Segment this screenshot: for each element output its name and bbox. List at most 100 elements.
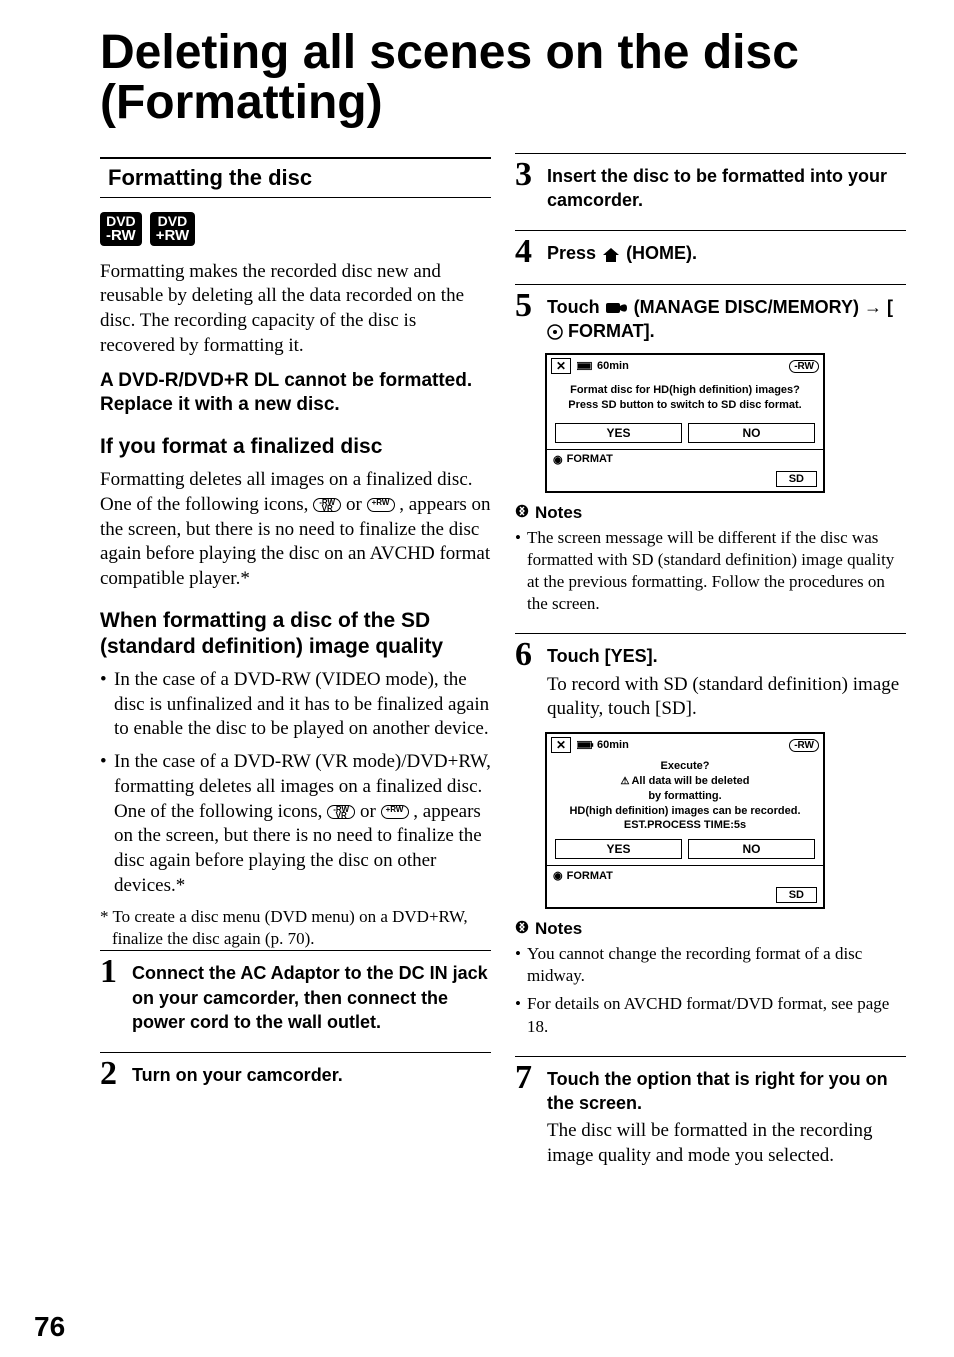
list-item: In the case of a DVD-RW (VIDEO mode), th… [100,668,491,742]
no-button: NO [688,839,815,859]
no-button: NO [688,423,815,443]
step-1: 1 Connect the AC Adaptor to the DC IN ja… [100,950,491,1034]
lcd-screenshot-execute: ✕ 60min -RW Execute? All data will be de… [545,732,825,909]
disc-icon: ◉ [553,869,563,882]
step-number: 7 [515,1061,532,1095]
lcd-line: HD(high definition) images can be record… [551,804,819,819]
step-heading: 3 Insert the disc to be formatted into y… [515,164,906,213]
section-heading: Formatting the disc [100,157,491,198]
sd-button: SD [776,887,817,903]
page-number: 76 [34,1311,65,1343]
lcd-buttons: YES NO [547,421,823,449]
step-text-pre: Press [547,243,601,263]
step-6: 6 Touch [YES]. To record with SD (standa… [515,633,906,1037]
step-text: Insert the disc to be formatted into you… [547,166,887,210]
left-column: Formatting the disc DVD -RW DVD +RW Form… [100,149,491,1187]
step-heading: 5 Touch (MANAGE DISC/MEMORY) → [ FORMAT]… [515,295,906,344]
lcd-message: Execute? All data will be deleted by for… [547,756,823,837]
step-heading: 1 Connect the AC Adaptor to the DC IN ja… [100,961,491,1034]
two-column-layout: Formatting the disc DVD -RW DVD +RW Form… [100,149,906,1187]
disc-plus-rw-icon: +RW [367,498,395,512]
close-icon: ✕ [551,358,571,374]
disc-format-icon [547,324,563,340]
notes-label-text: Notes [535,503,582,523]
sub1-body: Formatting deletes all images on a final… [100,468,491,591]
lcd-line: by formatting. [551,789,819,804]
text: or [346,494,367,515]
battery-text: 60min [597,360,629,372]
step-text-pre: Touch [547,297,605,317]
sd-bullets: In the case of a DVD-RW (VIDEO mode), th… [100,668,491,898]
lcd-line: EST.PROCESS TIME:5s [551,818,819,833]
badge-dvd-plus-rw: DVD +RW [150,212,195,246]
badge-bottom: -RW [106,228,136,243]
step-body: To record with SD (standard definition) … [515,673,906,722]
step-7: 7 Touch the option that is right for you… [515,1056,906,1169]
step-number: 1 [100,955,117,989]
lcd-buttons: YES NO [547,837,823,865]
lcd-line: Press SD button to switch to SD disc for… [553,398,817,413]
note-item: For details on AVCHD format/DVD format, … [515,993,906,1037]
text: or [360,801,381,822]
lcd-line-warning: All data will be deleted [551,774,819,789]
disc-type-tag: -RW [789,360,819,373]
disc-plus-rw-icon: +RW [381,805,409,819]
footnote: * To create a disc menu (DVD menu) on a … [100,906,491,950]
step-text-mid: (MANAGE DISC/MEMORY) → [ [634,297,893,317]
notes-list: The screen message will be different if … [515,527,906,615]
battery-text: 60min [597,739,629,751]
subheading-sd: When formatting a disc of the SD (standa… [100,608,491,661]
close-icon: ✕ [551,737,571,753]
notes-label-text: Notes [535,919,582,939]
page-title: Deleting all scenes on the disc (Formatt… [100,28,906,129]
step-text: Connect the AC Adaptor to the DC IN jack… [132,963,488,1032]
warning-icon [515,919,529,939]
sd-button: SD [776,471,817,487]
lcd-topbar: ✕ 60min -RW [547,355,823,377]
lcd-bottom: SD [547,885,823,907]
step-text: Touch [YES]. [547,646,658,666]
step-body: The disc will be formatted in the record… [515,1119,906,1168]
step-number: 5 [515,289,532,323]
battery-indicator: 60min [577,739,629,751]
lcd-screenshot-format-prompt: ✕ 60min -RW Format disc for HD(high defi… [545,353,825,493]
right-column: 3 Insert the disc to be formatted into y… [515,149,906,1187]
disc-badges: DVD -RW DVD +RW [100,212,491,246]
step-3: 3 Insert the disc to be formatted into y… [515,153,906,213]
yes-button: YES [555,839,682,859]
notes-list: You cannot change the recording format o… [515,943,906,1037]
intro-paragraph: Formatting makes the recorded disc new a… [100,260,491,359]
notes-heading: Notes [515,919,906,939]
warning-paragraph: A DVD-R/DVD+R DL cannot be formatted. Re… [100,369,491,418]
list-item: In the case of a DVD-RW (VR mode)/DVD+RW… [100,750,491,898]
page: Deleting all scenes on the disc (Formatt… [0,0,954,1357]
lcd-line: Format disc for HD(high definition) imag… [553,383,817,398]
yes-button: YES [555,423,682,443]
status-text: FORMAT [567,453,613,465]
subheading-finalized: If you format a finalized disc [100,434,491,460]
step-text: Turn on your camcorder. [132,1065,343,1085]
lcd-line: Execute? [551,759,819,774]
step-4: 4 Press (HOME). [515,230,906,265]
step-2: 2 Turn on your camcorder. [100,1052,491,1087]
status-text: FORMAT [567,870,613,882]
step-heading: 4 Press (HOME). [515,241,906,265]
badge-dvd-rw: DVD -RW [100,212,142,246]
lcd-bottom: SD [547,469,823,491]
disc-rw-vr-icon: -RW VR [313,498,341,512]
lcd-message: Format disc for HD(high definition) imag… [547,377,823,421]
lcd-status: ◉ FORMAT [547,449,823,469]
step-text-post: (HOME). [626,243,697,263]
battery-indicator: 60min [577,360,629,372]
note-item: You cannot change the recording format o… [515,943,906,987]
step-number: 6 [515,638,532,672]
step-text: Touch the option that is right for you o… [547,1069,888,1113]
manage-disc-icon [605,300,629,316]
disc-type-tag: -RW [789,739,819,752]
right-steps: 3 Insert the disc to be formatted into y… [515,153,906,1169]
step-number: 3 [515,158,532,192]
step-heading: 7 Touch the option that is right for you… [515,1067,906,1116]
step-number: 4 [515,235,532,269]
disc-icon: ◉ [553,453,563,466]
note-item: The screen message will be different if … [515,527,906,615]
